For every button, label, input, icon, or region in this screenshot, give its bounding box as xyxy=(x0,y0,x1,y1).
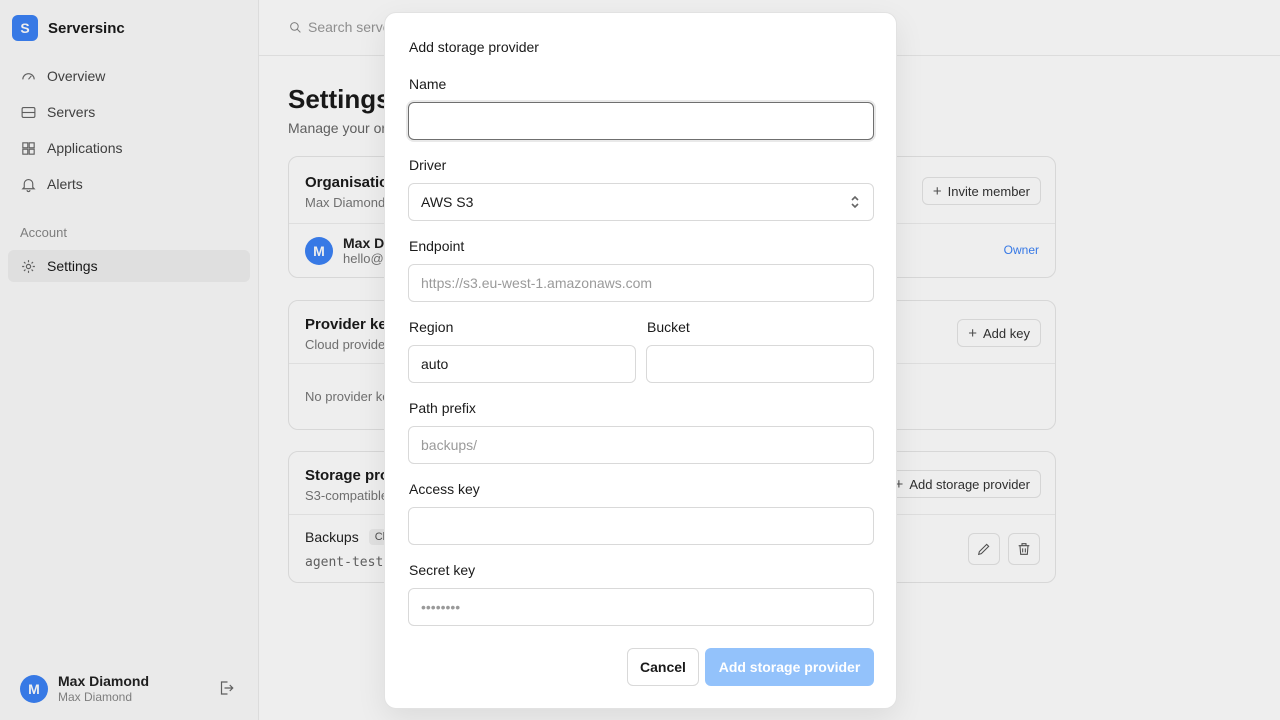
add-storage-provider-button[interactable]: Add storage provider xyxy=(705,648,874,686)
secret-key-input[interactable] xyxy=(408,588,874,626)
driver-value: AWS S3 xyxy=(421,194,474,210)
add-storage-provider-dialog: Add storage provider Name Driver AWS S3 … xyxy=(384,12,897,709)
cancel-button[interactable]: Cancel xyxy=(627,648,699,686)
bucket-input[interactable] xyxy=(646,345,874,383)
secret-key-label: Secret key xyxy=(409,562,476,578)
bucket-label: Bucket xyxy=(647,319,690,335)
driver-label: Driver xyxy=(409,157,447,173)
name-label: Name xyxy=(409,76,447,92)
driver-select[interactable]: AWS S3 xyxy=(408,183,874,221)
name-input[interactable] xyxy=(408,102,874,140)
dialog-title: Add storage provider xyxy=(409,39,539,55)
access-key-input[interactable] xyxy=(408,507,874,545)
endpoint-input[interactable] xyxy=(408,264,874,302)
path-prefix-input[interactable] xyxy=(408,426,874,464)
region-label: Region xyxy=(409,319,454,335)
access-key-label: Access key xyxy=(409,481,480,497)
chevron-up-down-icon xyxy=(851,195,859,209)
endpoint-label: Endpoint xyxy=(409,238,465,254)
region-input[interactable] xyxy=(408,345,636,383)
path-prefix-label: Path prefix xyxy=(409,400,476,416)
